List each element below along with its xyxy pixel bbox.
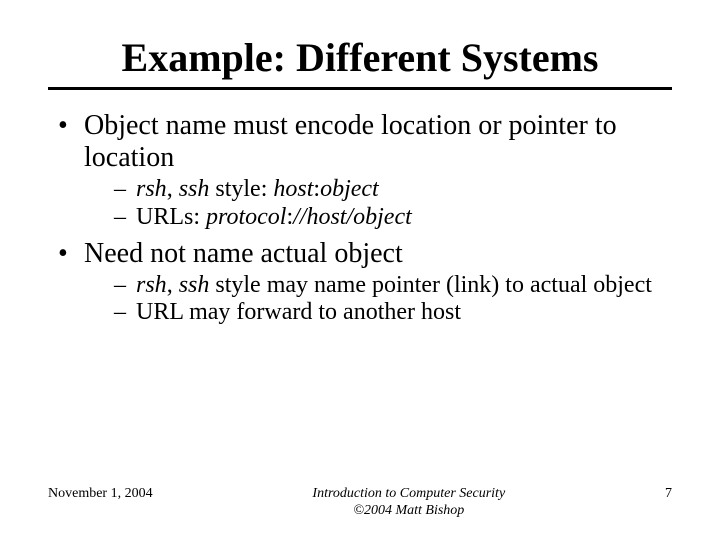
term-rsh: rsh [136, 176, 167, 202]
term-ssh: ssh [179, 176, 210, 202]
bullet-item: Need not name actual object rsh, ssh sty… [84, 238, 672, 327]
term-path: //host/object [293, 204, 412, 230]
sub-bullet-item: rsh, ssh style: host:object [136, 176, 672, 204]
bullet-text: Need not name actual object [84, 238, 403, 269]
footer-copyright: ©2004 Matt Bishop [353, 503, 464, 518]
bullet-text: Object name must encode location or poin… [84, 110, 617, 173]
text: style: [209, 176, 273, 202]
bullet-list-level2: rsh, ssh style: host:object URLs: protoc… [84, 176, 672, 231]
footer-title: Introduction to Computer Security [312, 486, 505, 501]
text: , [167, 176, 179, 202]
text: , [167, 272, 179, 298]
bullet-list-level2: rsh, ssh style may name pointer (link) t… [84, 272, 672, 327]
footer-page-number: 7 [665, 486, 672, 502]
text: URL may forward to another host [136, 299, 461, 325]
slide-footer: November 1, 2004 Introduction to Compute… [0, 486, 720, 520]
term-rsh: rsh [136, 272, 167, 298]
footer-date: November 1, 2004 [48, 486, 153, 502]
sub-bullet-item: rsh, ssh style may name pointer (link) t… [136, 272, 672, 300]
slide-title: Example: Different Systems [48, 34, 672, 81]
text: style may name pointer (link) to actual … [209, 272, 652, 298]
slide-content: Object name must encode location or poin… [48, 110, 672, 327]
footer-center: Introduction to Computer Security ©2004 … [153, 486, 665, 520]
sub-bullet-item: URL may forward to another host [136, 299, 672, 327]
slide: Example: Different Systems Object name m… [0, 0, 720, 540]
term-host: host [273, 176, 313, 202]
title-rule [48, 87, 672, 90]
term-ssh: ssh [179, 272, 210, 298]
sub-bullet-item: URLs: protocol://host/object [136, 204, 672, 232]
bullet-list-level1: Object name must encode location or poin… [48, 110, 672, 327]
text: URLs: [136, 204, 206, 230]
bullet-item: Object name must encode location or poin… [84, 110, 672, 232]
term-object: object [320, 176, 379, 202]
term-protocol: protocol [206, 204, 286, 230]
